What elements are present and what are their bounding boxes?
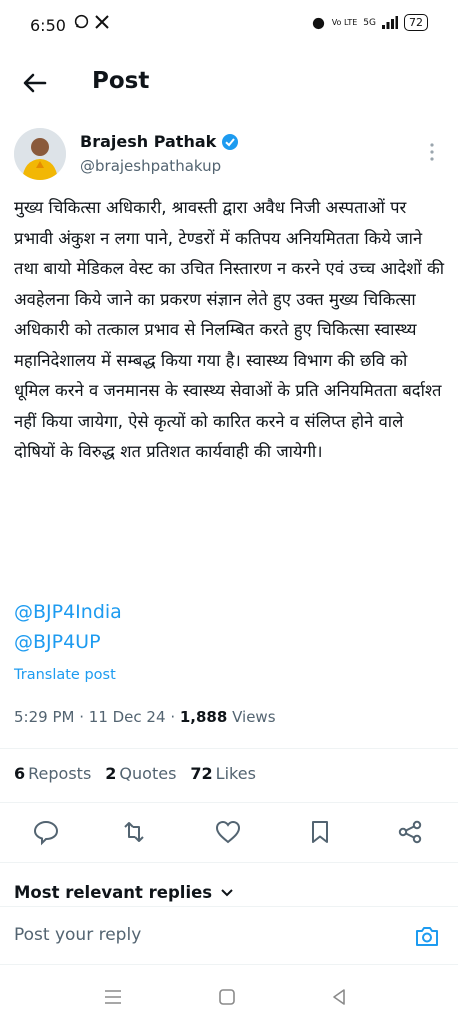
network-label: Vo LTE <box>331 18 358 27</box>
status-system-icons: Vo LTE 5G 72 <box>311 14 428 31</box>
reply-bar: Post your reply <box>0 906 458 965</box>
back-arrow-icon[interactable] <box>20 68 50 98</box>
reply-input[interactable]: Post your reply <box>14 925 141 945</box>
top-bar: Post <box>0 58 458 108</box>
reposts-label: Reposts <box>28 764 92 783</box>
avatar-image <box>14 128 66 180</box>
like-heart-icon[interactable] <box>214 818 242 846</box>
signal-label: 5G <box>363 17 376 28</box>
avatar[interactable] <box>14 128 66 180</box>
x-logo-icon <box>95 14 109 29</box>
divider <box>0 802 458 803</box>
action-bar <box>0 812 458 852</box>
post-author: Brajesh Pathak @brajeshpathakup <box>14 128 444 188</box>
bookmark-icon[interactable] <box>306 818 334 846</box>
status-notification-icons <box>74 14 109 29</box>
reply-icon[interactable] <box>32 818 60 846</box>
verified-badge-icon <box>222 133 239 150</box>
author-name-row[interactable]: Brajesh Pathak <box>80 132 239 151</box>
menu-icon[interactable] <box>102 986 124 1008</box>
back-nav-icon[interactable] <box>328 986 350 1008</box>
chevron-down-icon <box>221 888 233 896</box>
replies-sort-label: Most relevant replies <box>14 883 213 902</box>
mention-link[interactable]: @BJP4UP <box>14 627 122 657</box>
reposts-stat[interactable]: 6 Reposts <box>14 764 91 783</box>
quotes-count: 2 <box>105 764 117 783</box>
battery-indicator: 72 <box>404 14 428 31</box>
author-name[interactable]: Brajesh Pathak <box>80 132 216 151</box>
status-time: 6:50 <box>30 16 66 35</box>
more-options-icon[interactable] <box>422 140 442 164</box>
divider <box>0 748 458 749</box>
replies-sort-dropdown[interactable]: Most relevant replies <box>14 883 234 902</box>
post-text: मुख्य चिकित्सा अधिकारी, श्रावस्ती द्वारा… <box>14 198 445 461</box>
post-mentions: @BJP4India @BJP4UP <box>14 597 122 657</box>
page-title: Post <box>92 68 150 94</box>
mention-link[interactable]: @BJP4India <box>14 597 122 627</box>
camera-icon[interactable] <box>414 923 440 949</box>
views-count: 1,888 <box>179 708 228 726</box>
quotes-stat[interactable]: 2 Quotes <box>105 764 176 783</box>
alarm-icon <box>312 17 324 30</box>
post-time: 5:29 PM <box>14 708 75 726</box>
divider <box>0 964 458 965</box>
whatsapp-icon <box>74 14 89 29</box>
divider <box>0 862 458 863</box>
share-icon[interactable] <box>396 818 424 846</box>
reposts-count: 6 <box>14 764 26 783</box>
post-date: 11 Dec 24 <box>88 708 166 726</box>
status-bar: 6:50 Vo LTE 5G 72 <box>0 0 458 52</box>
signal-bars-icon <box>382 16 398 29</box>
quotes-label: Quotes <box>119 764 177 783</box>
likes-count: 72 <box>190 764 213 783</box>
home-icon[interactable] <box>216 986 238 1008</box>
author-handle[interactable]: @brajeshpathakup <box>80 157 221 175</box>
translate-post-link[interactable]: Translate post <box>14 667 116 683</box>
post-stats: 6 Reposts 2 Quotes 72 Likes <box>14 764 256 783</box>
post-meta: 5:29 PM · 11 Dec 24 · 1,888 Views <box>14 708 276 726</box>
views-label: Views <box>232 708 276 726</box>
likes-label: Likes <box>215 764 256 783</box>
likes-stat[interactable]: 72 Likes <box>190 764 256 783</box>
system-navigation-bar <box>0 972 458 1024</box>
repost-icon[interactable] <box>120 818 148 846</box>
